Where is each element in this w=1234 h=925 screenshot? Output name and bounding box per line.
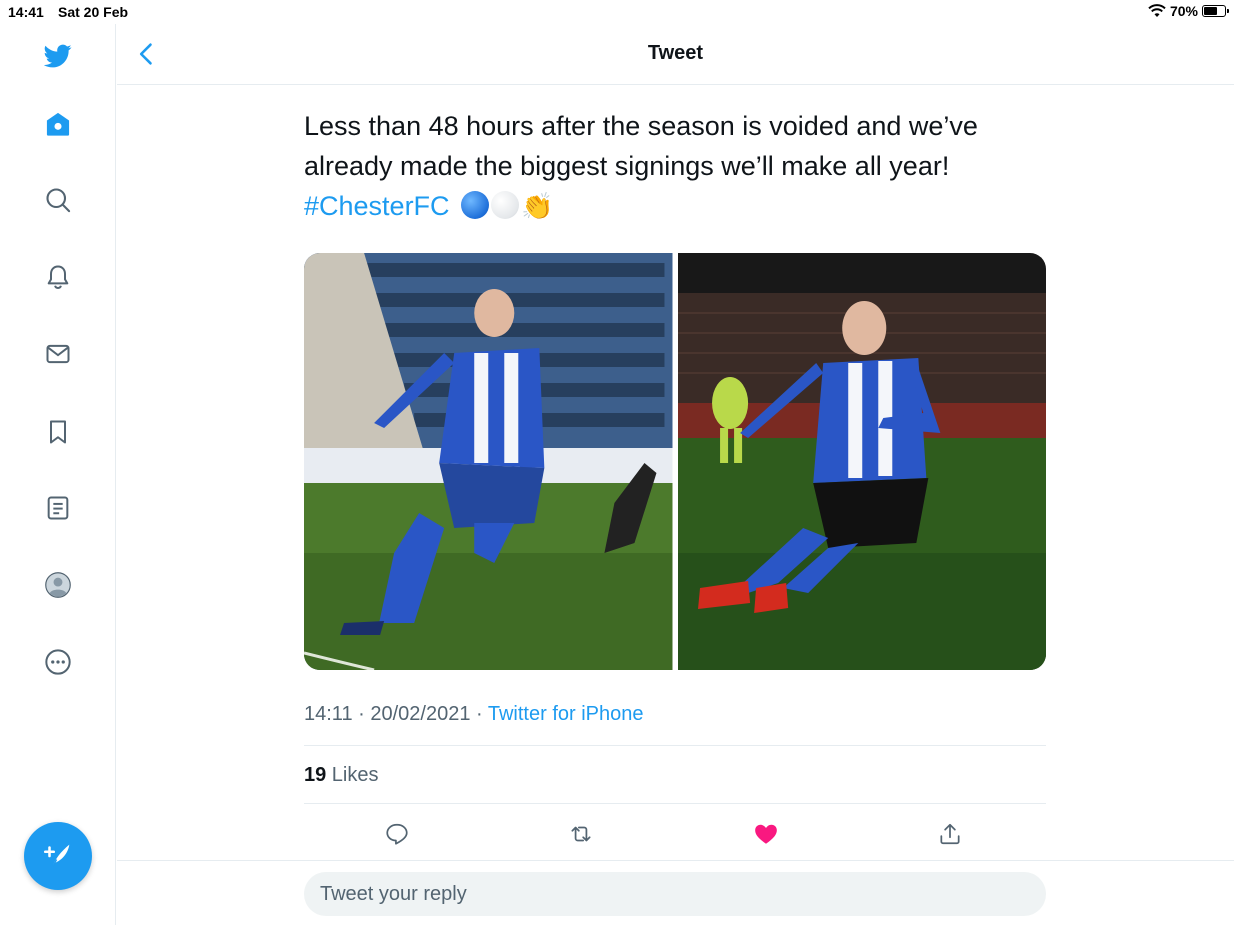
sidebar [0, 24, 116, 925]
header: Tweet [117, 24, 1234, 85]
tweet-timestamp: 14:11 · 20/02/2021 · [304, 703, 488, 725]
blue-circle-emoji [461, 191, 490, 219]
reply-bar [117, 860, 1234, 925]
profile-icon[interactable] [38, 565, 78, 605]
white-circle-emoji [491, 191, 520, 219]
bookmarks-icon[interactable] [38, 412, 78, 452]
more-icon[interactable] [38, 642, 78, 682]
explore-icon[interactable] [38, 180, 78, 220]
status-bar: 14:41 Sat 20 Feb 70% [0, 0, 1234, 24]
feather-plus-icon [43, 844, 70, 868]
tweet-media [304, 253, 1046, 670]
tweet-actions [304, 816, 1046, 852]
divider [304, 803, 1046, 804]
battery-icon [1202, 5, 1229, 17]
share-icon [940, 823, 960, 845]
retweet-button[interactable] [563, 816, 599, 852]
messages-icon[interactable] [38, 334, 78, 374]
status-right: 70% [1148, 3, 1229, 19]
page-title: Tweet [647, 42, 704, 64]
reply-button[interactable] [379, 816, 415, 852]
compose-tweet-button[interactable] [24, 822, 92, 890]
tweet-text-line: Less than 48 hours after the season is v… [304, 111, 978, 141]
status-date: Sat 20 Feb [58, 4, 129, 20]
likes-count: 19 [304, 764, 327, 786]
reply-icon [386, 823, 408, 845]
tweet-text: Less than 48 hours after the season is v… [304, 106, 1046, 226]
retweet-icon [571, 826, 591, 842]
reply-input[interactable] [304, 872, 1046, 916]
like-button[interactable] [748, 816, 784, 852]
tweet-text-line: already made the biggest signings we’ll … [304, 151, 950, 181]
home-icon[interactable] [38, 104, 78, 144]
battery-level [1204, 7, 1218, 15]
notifications-icon[interactable] [38, 257, 78, 297]
likes-label: Likes [326, 764, 379, 786]
clapping-hands-emoji: 👏 [521, 191, 554, 221]
status-time: 14:41 [8, 4, 44, 20]
battery-percent: 70% [1169, 3, 1198, 19]
tweet-meta: 14:11 · 20/02/2021 · Twitter for iPhone [304, 703, 643, 726]
divider [304, 745, 1046, 746]
wifi-icon [1148, 4, 1166, 17]
likes-count-link[interactable]: 19 Likes [304, 764, 379, 787]
tweet-photo-left[interactable] [304, 253, 673, 670]
tweet-source-link[interactable]: Twitter for iPhone [488, 703, 644, 725]
share-button[interactable] [932, 816, 968, 852]
tweet-hashtag-line: #ChesterFC 👏 [304, 186, 1046, 226]
lists-icon[interactable] [38, 488, 78, 528]
heart-filled-icon [755, 824, 777, 844]
twitter-logo-icon[interactable] [38, 36, 78, 76]
hashtag-link[interactable]: #ChesterFC [304, 191, 450, 221]
tweet-photo-right[interactable] [677, 253, 1046, 670]
